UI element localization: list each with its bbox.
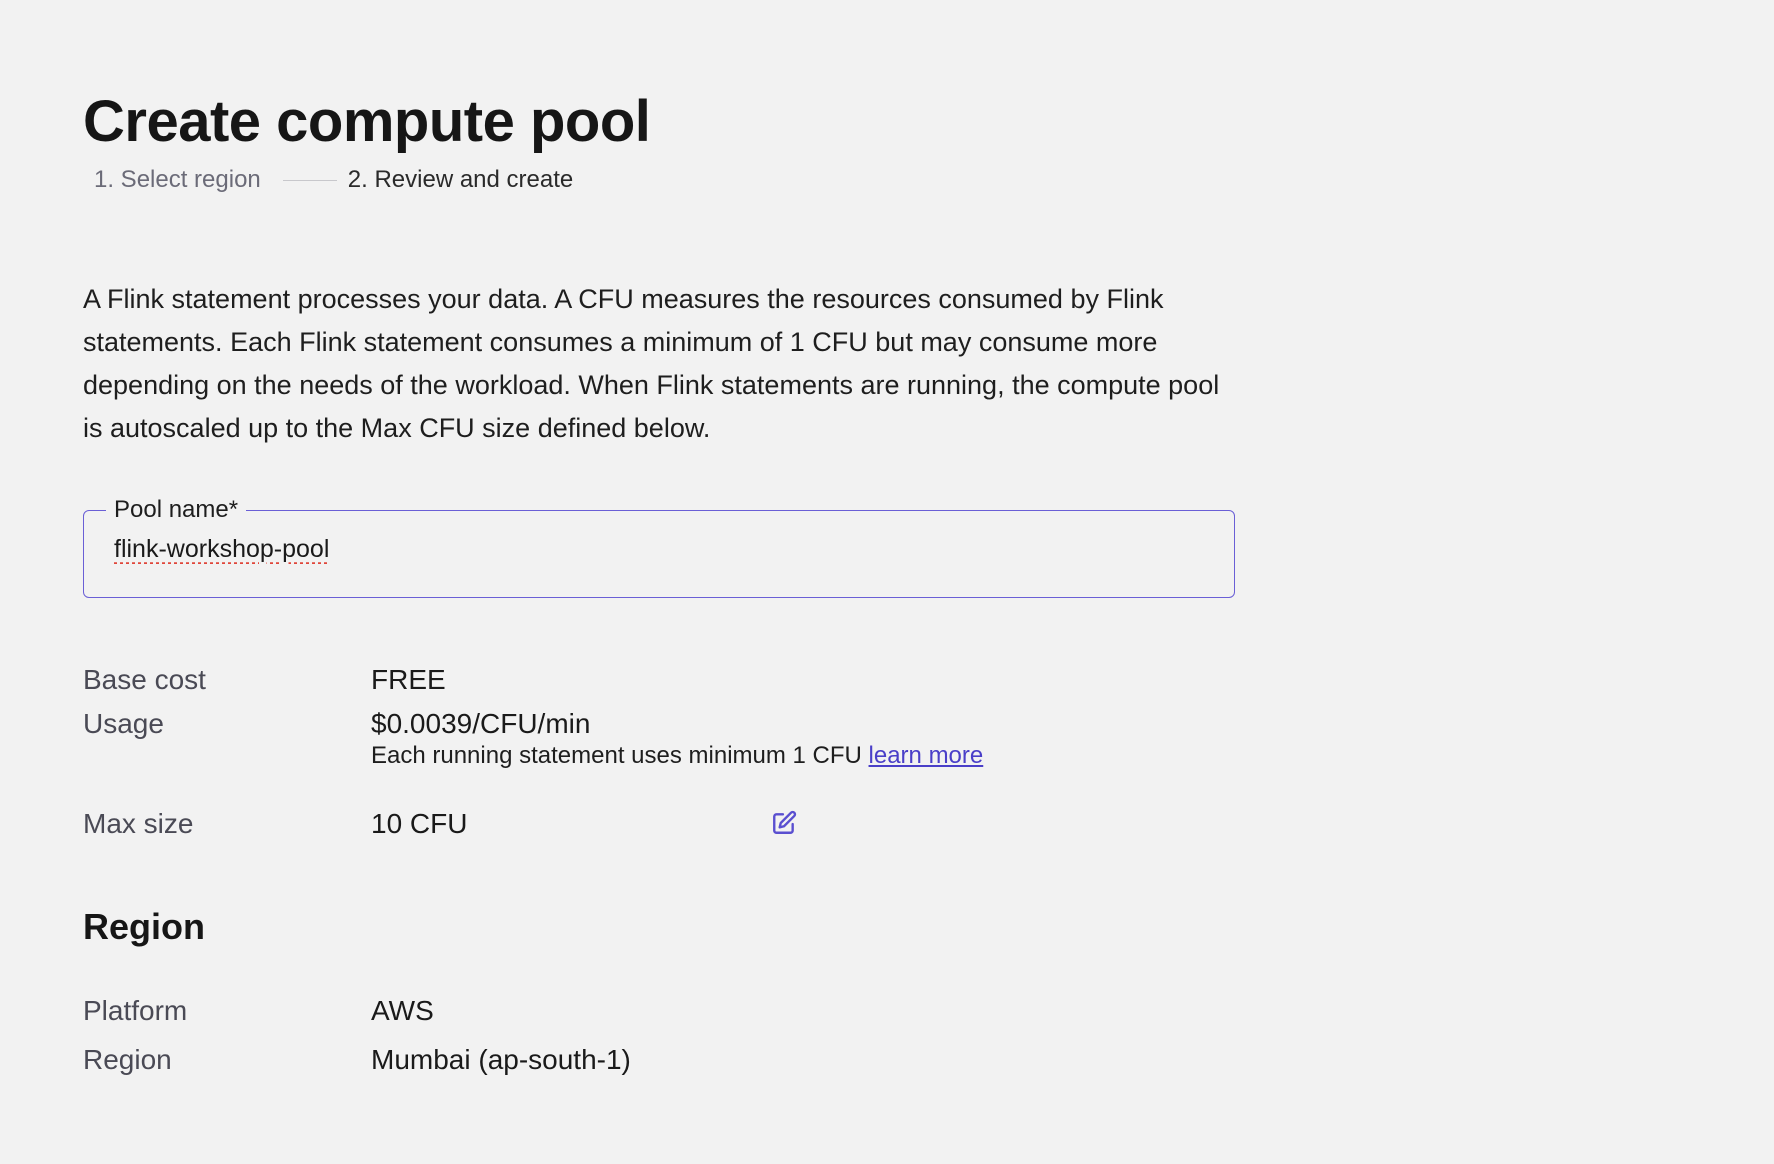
usage-note-text: Each running statement uses minimum 1 CF… — [371, 742, 869, 769]
region-section-title: Region — [83, 906, 205, 947]
base-cost-value: FREE — [371, 664, 446, 695]
edit-icon[interactable] — [771, 810, 797, 836]
pool-name-field[interactable]: Pool name* — [83, 495, 1235, 598]
step-review-and-create: 2. Review and create — [347, 166, 574, 193]
learn-more-link[interactable]: learn more — [869, 742, 984, 769]
usage-note: Each running statement uses minimum 1 CF… — [371, 742, 983, 770]
platform-value: AWS — [371, 995, 434, 1026]
description-text: A Flink statement processes your data. A… — [83, 284, 1220, 443]
max-size-label: Max size — [83, 808, 194, 839]
base-cost-label: Base cost — [83, 664, 206, 695]
region-label: Region — [83, 1044, 172, 1075]
max-size-text: 10 CFU — [371, 808, 468, 839]
platform-label: Platform — [83, 995, 188, 1026]
max-size-value: 10 CFU — [371, 808, 797, 840]
pool-name-label: Pool name* — [106, 495, 247, 525]
pool-name-input[interactable] — [114, 535, 1194, 564]
step-select-region[interactable]: 1. Select region — [94, 166, 261, 194]
usage-value: $0.0039/CFU/min — [371, 708, 591, 739]
usage-label: Usage — [83, 708, 164, 739]
step-connector — [282, 179, 337, 181]
page-title: Create compute pool — [83, 89, 651, 154]
stepper: 1. Select region 2. Review and create — [94, 166, 573, 194]
region-value: Mumbai (ap-south-1) — [371, 1044, 631, 1075]
